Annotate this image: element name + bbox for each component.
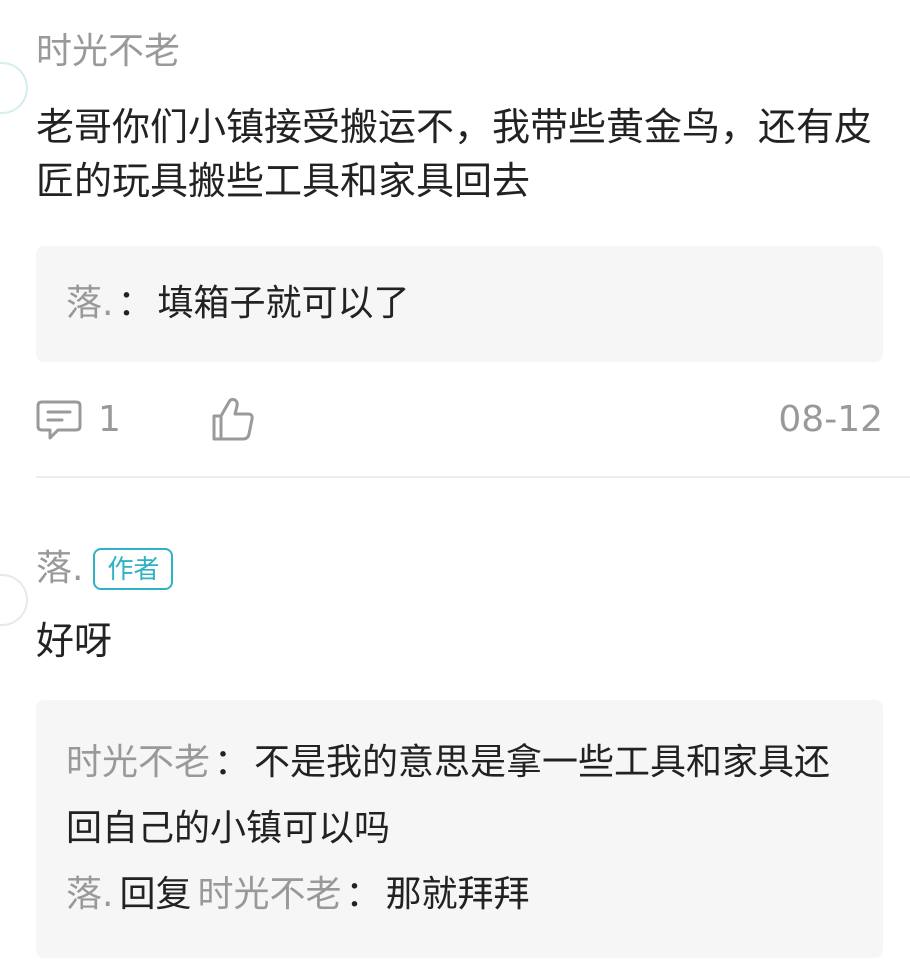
reply-colon: ： [345, 874, 382, 915]
avatar[interactable] [0, 62, 28, 114]
reply-target-username[interactable]: 时光不老 [197, 874, 341, 915]
comment-header: 落. 作者 [36, 546, 174, 592]
comment-username[interactable]: 时光不老 [36, 30, 180, 74]
comment-text: 老哥你们小镇接受搬运不，我带些黄金鸟，还有皮匠的玩具搬些工具和家具回去 [36, 105, 873, 203]
comment-icon[interactable] [36, 398, 82, 442]
comment-username[interactable]: 落. [36, 547, 83, 591]
comment-count: 1 [98, 399, 121, 440]
reply-preview-box[interactable]: 落.：填箱子就可以了 [36, 246, 883, 362]
comment-thread: 时光不老 老哥你们小镇接受搬运不，我带些黄金鸟，还有皮匠的玩具搬些工具和家具回去… [0, 0, 910, 970]
reply-word: 回复 [119, 874, 192, 915]
reply-text: 填箱子就可以了 [157, 283, 410, 324]
reply-preview-box[interactable]: 时光不老：不是我的意思是拿一些工具和家具还回自己的小镇可以吗 落. 回复 时光不老：… [36, 700, 883, 958]
comment-date: 08-12 [778, 399, 883, 440]
reply-colon: ： [117, 283, 154, 324]
reply-username[interactable]: 时光不老 [66, 742, 210, 783]
reply-line: 时光不老：不是我的意思是拿一些工具和家具还回自己的小镇可以吗 [66, 730, 853, 862]
reply-colon: ： [214, 742, 251, 783]
reply-username[interactable]: 落. [66, 874, 113, 915]
reply-text: 那就拜拜 [385, 874, 530, 915]
reply-line: 落. 回复 时光不老：那就拜拜 [66, 862, 853, 928]
comment-actions: 1 08-12 [36, 394, 883, 446]
divider [36, 476, 910, 478]
comment-text: 好呀 [36, 619, 113, 663]
reply-username[interactable]: 落. [66, 283, 113, 324]
thumbs-up-icon[interactable] [210, 396, 256, 442]
reply-line: 落.：填箱子就可以了 [66, 246, 853, 362]
author-badge: 作者 [93, 548, 174, 590]
avatar[interactable] [0, 574, 28, 626]
